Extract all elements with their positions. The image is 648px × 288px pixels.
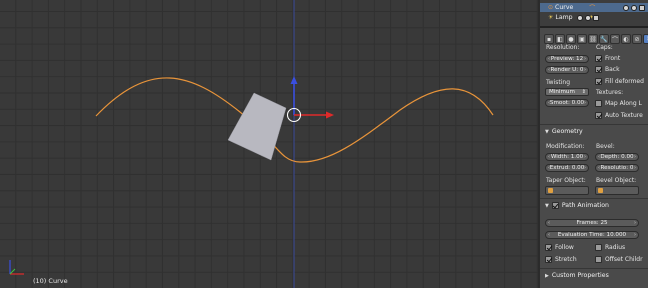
taper-object-label: Taper Object:	[546, 177, 586, 184]
eye-icon[interactable]	[623, 4, 629, 11]
curve-object-icon	[598, 188, 603, 193]
outliner-item-lamp[interactable]: ☀ Lamp ✦	[548, 13, 599, 22]
bevel-depth-field[interactable]: ‹ Depth: 0.00 ›	[595, 153, 639, 161]
lamp-object-icon: ☀	[548, 14, 554, 21]
bevel-label: Bevel:	[596, 143, 615, 150]
width-field[interactable]: ‹ Width: 1.00 ›	[545, 153, 589, 161]
modification-label: Modification:	[546, 143, 585, 150]
section-divider	[540, 124, 648, 125]
eye-icon[interactable]	[576, 14, 583, 21]
front-checkbox-box[interactable]	[595, 55, 602, 62]
view-axes-icon	[9, 260, 24, 275]
physics-tab-icon[interactable]: ⊘	[632, 34, 642, 44]
radius-checkbox[interactable]: Radius	[595, 244, 625, 251]
camera-icon[interactable]	[639, 4, 645, 11]
object-tab-icon[interactable]: ▣	[577, 34, 587, 44]
follow-checkbox[interactable]: Follow	[545, 244, 574, 251]
section-divider	[540, 198, 648, 199]
offset-children-checkbox-box[interactable]	[595, 256, 602, 263]
extrude-field[interactable]: ‹ Extrud: 0.00 ›	[545, 164, 589, 172]
section-divider	[540, 268, 648, 269]
property-tabs: ▪ ◧ ● ▣ ⛓ 🔧 ⌒ ◐ ⊘ ⌇	[544, 34, 648, 44]
back-cap-checkbox[interactable]: Back	[595, 66, 620, 73]
preview-resolution-field[interactable]: ‹ Preview: 12 ›	[545, 55, 589, 63]
path-animation-section-header[interactable]: ▼ Path Animation	[540, 200, 648, 211]
frames-field[interactable]: ‹ Frames: 25 ›	[545, 219, 639, 227]
path-animation-checkbox[interactable]	[551, 202, 559, 209]
stretch-checkbox[interactable]: Stretch	[545, 256, 577, 263]
fill-deformed-checkbox-box[interactable]	[595, 78, 602, 85]
front-cap-checkbox[interactable]: Front	[595, 55, 620, 62]
cursor-icon[interactable]	[584, 14, 591, 21]
radius-checkbox-box[interactable]	[595, 244, 602, 251]
render-tab-icon[interactable]: ▪	[544, 34, 554, 44]
curve-data-icon: ⌒	[589, 5, 596, 12]
world-tab-icon[interactable]: ●	[566, 34, 576, 44]
material-tab-icon[interactable]: ◐	[621, 34, 631, 44]
auto-texture-checkbox-box[interactable]	[595, 112, 602, 119]
back-checkbox-box[interactable]	[595, 66, 602, 73]
bevel-object-label: Bevel Object:	[596, 177, 637, 184]
curve-object-icon: ⊙	[548, 4, 554, 11]
map-along-length-checkbox[interactable]: Map Along L	[595, 100, 642, 107]
taper-object-field[interactable]	[545, 186, 589, 195]
expand-triangle-icon: ▼	[545, 128, 549, 135]
outliner-item-curve[interactable]: ⊙ Curve ⌒	[540, 3, 648, 12]
twisting-label: Twisting	[546, 79, 571, 86]
bevel-resolution-field[interactable]: ‹ Resolutio: 0 ›	[595, 164, 639, 172]
map-along-checkbox-box[interactable]	[595, 100, 602, 107]
follow-checkbox-box[interactable]	[545, 244, 552, 251]
auto-texture-checkbox[interactable]: Auto Texture	[595, 112, 643, 119]
fill-deformed-checkbox[interactable]: Fill deformed	[595, 78, 644, 85]
viewport-object-label: (10) Curve	[33, 277, 68, 285]
expand-triangle-icon: ▼	[545, 202, 549, 209]
constraints-tab-icon[interactable]: ⛓	[588, 34, 598, 44]
resolution-label: Resolution:	[546, 44, 580, 51]
twisting-dropdown[interactable]: Minimum ⇕	[545, 88, 589, 96]
geometry-section-header[interactable]: ▼ Geometry	[540, 126, 648, 137]
outliner: ⊙ Curve ⌒ ☀ Lamp ✦	[540, 0, 648, 28]
offset-children-checkbox[interactable]: Offset Childr	[595, 256, 643, 263]
3d-viewport[interactable]: (10) Curve	[0, 0, 538, 288]
collapsed-triangle-icon: ▶	[545, 272, 549, 279]
custom-properties-section-header[interactable]: ▶ Custom Properties	[540, 270, 648, 281]
camera-icon[interactable]	[592, 14, 599, 21]
cursor-icon[interactable]	[631, 4, 637, 11]
z-axis-arrow-icon[interactable]	[290, 76, 298, 84]
bevel-object-field[interactable]	[595, 186, 639, 195]
curve-object-icon	[548, 188, 553, 193]
scene-tab-icon[interactable]: ◧	[555, 34, 565, 44]
caps-label: Caps:	[596, 44, 613, 51]
evaluation-time-field[interactable]: ‹ Evaluation Time: 10.000 ›	[545, 231, 639, 239]
smooth-field[interactable]: ‹ Smoot: 0.00 ›	[545, 99, 589, 107]
x-axis-arrow-icon[interactable]	[326, 111, 334, 119]
modifiers-tab-icon[interactable]: 🔧	[599, 34, 609, 44]
outliner-visibility-icons	[576, 14, 599, 21]
properties-editor: ⊙ Curve ⌒ ☀ Lamp ✦ ▪ ◧ ● ▣ ⛓ 🔧 ⌒ ◐ ⊘ Res…	[538, 0, 648, 288]
textures-label: Textures:	[596, 89, 624, 96]
transform-manipulator[interactable]	[286, 76, 335, 123]
dropdown-arrows-icon: ⇕	[581, 89, 586, 95]
stretch-checkbox-box[interactable]	[545, 256, 552, 263]
curve-data-tab-icon[interactable]: ⌇	[643, 34, 648, 44]
data-tab-icon[interactable]: ⌒	[610, 34, 620, 44]
render-resolution-field[interactable]: ‹ Render U: 0 ›	[545, 66, 589, 74]
outliner-visibility-icons	[623, 4, 645, 11]
viewport-scene	[95, 0, 494, 288]
